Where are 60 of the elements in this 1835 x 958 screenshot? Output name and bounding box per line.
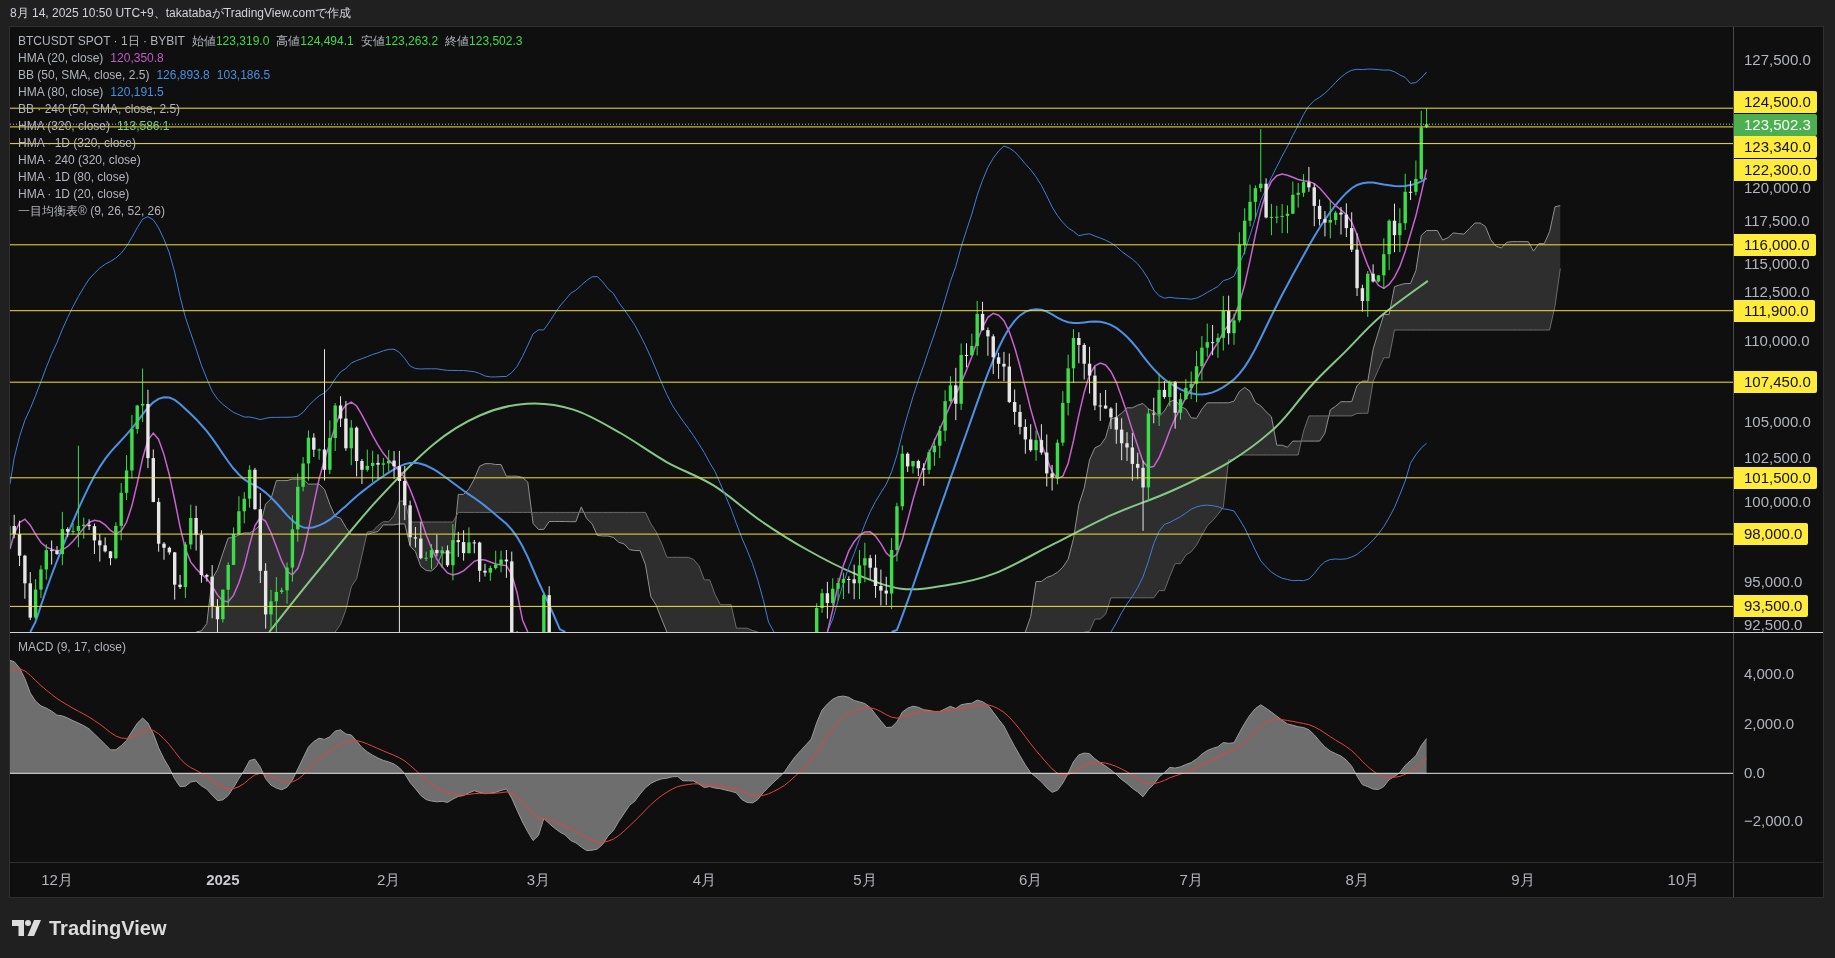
- time-axis-label: 9月: [1511, 871, 1535, 889]
- macd-label: MACD (9, 17, close): [18, 639, 127, 656]
- ohlc-value: 123,319.0: [215, 33, 270, 50]
- time-axis-label: 7月: [1179, 871, 1203, 889]
- symbol-label: BTCUSDT SPOT · 1日 · BYBIT: [18, 33, 185, 50]
- brand-name: TradingView: [49, 916, 167, 940]
- time-axis-label: 2月: [377, 871, 401, 889]
- price-tick-label: 112,500.0: [1744, 283, 1810, 300]
- time-axis-label: 5月: [853, 871, 877, 889]
- macd-tick-label: 2,000.0: [1744, 715, 1795, 732]
- indicator-label: HMA · 240 (320, close): [18, 152, 141, 169]
- price-level-tag: 93,500.0: [1734, 595, 1809, 618]
- indicator-value: 126,893.8: [156, 67, 210, 84]
- indicator-label: HMA · 1D (20, close): [18, 186, 130, 203]
- macd-tick-label: −2,000.0: [1744, 812, 1803, 829]
- price-level-tag: 101,500.0: [1734, 466, 1817, 489]
- price-tick-label: 110,000.0: [1744, 333, 1810, 350]
- price-level-tag: 123,340.0: [1734, 136, 1817, 158]
- time-axis-label: 12月: [41, 871, 73, 889]
- price-tick-label: 102,500.0: [1744, 450, 1811, 466]
- indicator-value: 103,186.5: [216, 67, 271, 84]
- price-level-tag: 122,300.0: [1734, 158, 1817, 181]
- indicator-label: HMA · 1D (80, close): [18, 169, 130, 186]
- price-tick-label: 100,000.0: [1744, 493, 1811, 510]
- indicator-label: BB (50, SMA, close, 2.5): [18, 67, 150, 84]
- price-level-tag: 107,450.0: [1734, 371, 1817, 394]
- time-axis-label: 6月: [1019, 871, 1043, 889]
- ohlc-label: 高値: [276, 33, 301, 50]
- time-axis-label: 4月: [692, 871, 716, 889]
- time-axis-label: 10月: [1667, 871, 1700, 889]
- indicator-label: HMA (80, close): [18, 84, 104, 101]
- logo-icon: [12, 920, 41, 936]
- indicator-value: 120,191.5: [110, 84, 164, 101]
- indicator-label: HMA (20, close): [18, 50, 104, 67]
- price-level-tag: 111,900.0: [1734, 299, 1815, 322]
- time-axis-label: 3月: [526, 871, 551, 889]
- price-level-tag: 98,000.0: [1734, 523, 1809, 546]
- ohlc-label: 安値: [360, 33, 385, 50]
- price-tick-label: 92,500.0: [1744, 617, 1803, 633]
- ohlc-value: 123,502.3: [469, 33, 523, 50]
- price-tick-label: 127,500.0: [1744, 52, 1811, 68]
- price-tick-label: 95,000.0: [1744, 574, 1803, 591]
- indicator-label: 一目均衡表® (9, 26, 52, 26): [18, 203, 165, 220]
- time-axis-label: 8月: [1345, 871, 1369, 889]
- ohlc-value: 123,263.2: [384, 33, 439, 50]
- ohlc-label: 終値: [445, 33, 470, 50]
- price-tick-label: 120,000.0: [1744, 180, 1811, 196]
- price-tick-label: 115,000.0: [1744, 256, 1810, 272]
- price-level-tag: 124,500.0: [1734, 91, 1817, 113]
- time-axis-label: 2025: [206, 871, 240, 889]
- indicator-value: 120,350.8: [110, 50, 164, 67]
- ohlc-label: 始値: [191, 33, 216, 50]
- price-tick-label: 117,500.0: [1744, 212, 1810, 229]
- price-level-tag: 116,000.0: [1734, 233, 1816, 256]
- ohlc-value: 124,494.1: [300, 33, 354, 50]
- macd-tick-label: 0.0: [1744, 765, 1765, 782]
- macd-tick-label: 4,000.0: [1744, 666, 1795, 683]
- price-tick-label: 105,000.0: [1744, 413, 1811, 430]
- snapshot-caption: 8月 14, 2025 10:50 UTC+9、takatabaがTradingView.comで作成: [10, 5, 352, 22]
- last-price-tag: 123,502.3: [1734, 113, 1817, 136]
